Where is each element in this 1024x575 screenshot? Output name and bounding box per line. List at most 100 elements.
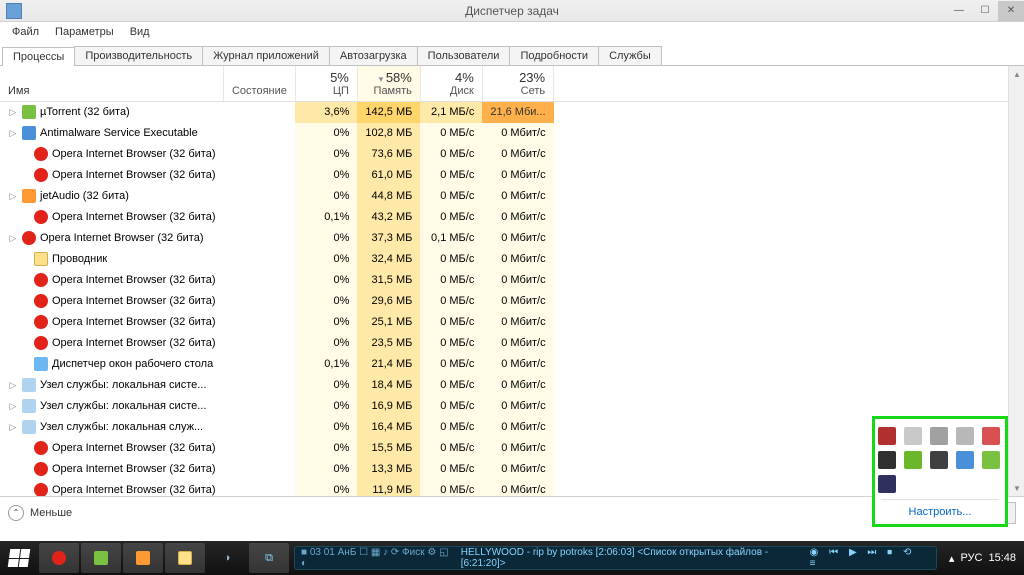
memory-value: 23,5 МБ: [357, 333, 420, 354]
process-row[interactable]: Opera Internet Browser (32 бита)0%25,1 М…: [0, 312, 1008, 333]
col-disk[interactable]: 4%Диск: [420, 66, 482, 102]
disk-value: 0 МБ/с: [420, 438, 482, 459]
tabstrip: Процессы Производительность Журнал прило…: [0, 42, 1024, 66]
tray-icon[interactable]: [982, 427, 1000, 445]
tray-icon[interactable]: [878, 475, 896, 493]
memory-value: 15,5 МБ: [357, 438, 420, 459]
taskbar-item[interactable]: [81, 543, 121, 573]
process-row[interactable]: ▷Узел службы: локальная служ...0%16,4 МБ…: [0, 417, 1008, 438]
tray-icon[interactable]: [956, 427, 974, 445]
expand-icon[interactable]: ▷: [8, 233, 18, 244]
cpu-value: 0%: [295, 123, 357, 144]
scroll-down-icon[interactable]: ▼: [1009, 480, 1024, 496]
window-title: Диспетчер задач: [0, 4, 1024, 18]
disk-value: 0 МБ/с: [420, 207, 482, 228]
tab-startup[interactable]: Автозагрузка: [329, 46, 418, 65]
expand-icon[interactable]: ▷: [8, 401, 18, 412]
taskbar-item[interactable]: [39, 543, 79, 573]
expand-icon[interactable]: ▷: [8, 128, 18, 139]
tab-details[interactable]: Подробности: [509, 46, 599, 65]
memory-value: 73,6 МБ: [357, 144, 420, 165]
expand-icon[interactable]: ▷: [8, 380, 18, 391]
taskbar-item[interactable]: ◑: [207, 543, 247, 573]
col-name[interactable]: Имя: [0, 66, 223, 102]
memory-value: 142,5 МБ: [357, 102, 420, 123]
tab-apphistory[interactable]: Журнал приложений: [202, 46, 330, 65]
menu-options[interactable]: Параметры: [47, 24, 122, 40]
cpu-value: 0%: [295, 165, 357, 186]
process-row[interactable]: ▷Antimalware Service Executable0%102,8 М…: [0, 123, 1008, 144]
start-button[interactable]: [0, 541, 38, 575]
process-row[interactable]: Проводник0%32,4 МБ0 МБ/с0 Мбит/с: [0, 249, 1008, 270]
tray-icon[interactable]: [982, 451, 1000, 469]
shield-icon: [22, 126, 36, 140]
process-row[interactable]: ▷Узел службы: локальная систе...0%16,9 М…: [0, 396, 1008, 417]
opera-icon: [34, 168, 48, 182]
tray-icon[interactable]: [878, 451, 896, 469]
disk-value: 0 МБ/с: [420, 459, 482, 480]
jet-icon: [22, 189, 36, 203]
network-value: 0 Мбит/с: [482, 396, 553, 417]
opera-icon: [22, 231, 36, 245]
process-row[interactable]: Opera Internet Browser (32 бита)0%29,6 М…: [0, 291, 1008, 312]
cpu-value: 0%: [295, 144, 357, 165]
process-row[interactable]: Opera Internet Browser (32 бита)0%23,5 М…: [0, 333, 1008, 354]
menu-file[interactable]: Файл: [4, 24, 47, 40]
network-value: 0 Мбит/с: [482, 333, 553, 354]
network-value: 0 Мбит/с: [482, 459, 553, 480]
process-row[interactable]: ▷Opera Internet Browser (32 бита)0%37,3 …: [0, 228, 1008, 249]
tab-performance[interactable]: Производительность: [74, 46, 203, 65]
scroll-up-icon[interactable]: ▲: [1009, 66, 1024, 82]
tray-icon[interactable]: [904, 427, 922, 445]
media-player-bar[interactable]: ■ 03 01 АнБ ☐ ▦ ♪ ⟳ Фиск ⚙ ◱ ◐ HELLYWOOD…: [294, 546, 937, 570]
scrollbar[interactable]: ▲ ▼: [1008, 66, 1024, 496]
tray-icon[interactable]: [878, 427, 896, 445]
process-row[interactable]: ▷Узел службы: локальная систе...0%18,4 М…: [0, 375, 1008, 396]
process-row[interactable]: Opera Internet Browser (32 бита)0,1%43,2…: [0, 207, 1008, 228]
folder-icon: [34, 252, 48, 266]
fewer-details-button[interactable]: ⌃ Меньше: [8, 505, 72, 521]
process-name: Opera Internet Browser (32 бита): [52, 484, 215, 496]
clock[interactable]: 15:48: [988, 552, 1016, 564]
process-name: Opera Internet Browser (32 бита): [52, 169, 215, 181]
col-state[interactable]: Состояние: [223, 66, 295, 102]
process-row[interactable]: Opera Internet Browser (32 бита)0%73,6 М…: [0, 144, 1008, 165]
tray-configure-link[interactable]: Настроить...: [881, 499, 999, 520]
col-cpu[interactable]: 5%ЦП: [295, 66, 357, 102]
disk-value: 0 МБ/с: [420, 375, 482, 396]
taskbar-item[interactable]: ⧉: [249, 543, 289, 573]
expand-icon[interactable]: ▷: [8, 107, 18, 118]
tray-chevron-icon[interactable]: ▴: [949, 552, 955, 565]
tray-icon[interactable]: [956, 451, 974, 469]
col-network[interactable]: 23%Сеть: [482, 66, 553, 102]
process-row[interactable]: Opera Internet Browser (32 бита)0%11,9 М…: [0, 480, 1008, 497]
taskbar-item[interactable]: [123, 543, 163, 573]
tray-icon[interactable]: [930, 451, 948, 469]
tab-services[interactable]: Службы: [598, 46, 662, 65]
taskbar-item[interactable]: [165, 543, 205, 573]
opera-icon: [34, 315, 48, 329]
process-row[interactable]: Opera Internet Browser (32 бита)0%13,3 М…: [0, 459, 1008, 480]
cpu-value: 0,1%: [295, 354, 357, 375]
network-value: 0 Мбит/с: [482, 354, 553, 375]
svc-icon: [22, 378, 36, 392]
disk-value: 0 МБ/с: [420, 312, 482, 333]
expand-icon[interactable]: ▷: [8, 191, 18, 202]
col-memory[interactable]: 58%Память: [357, 66, 420, 102]
tab-users[interactable]: Пользователи: [417, 46, 511, 65]
process-row[interactable]: Диспетчер окон рабочего стола0,1%21,4 МБ…: [0, 354, 1008, 375]
process-row[interactable]: ▷jetAudio (32 бита)0%44,8 МБ0 МБ/с0 Мбит…: [0, 186, 1008, 207]
process-name: jetAudio (32 бита): [40, 190, 129, 202]
process-row[interactable]: Opera Internet Browser (32 бита)0%15,5 М…: [0, 438, 1008, 459]
network-value: 0 Мбит/с: [482, 438, 553, 459]
expand-icon[interactable]: ▷: [8, 422, 18, 433]
tab-processes[interactable]: Процессы: [2, 47, 75, 66]
tray-icon[interactable]: [904, 451, 922, 469]
menu-view[interactable]: Вид: [122, 24, 158, 40]
process-row[interactable]: Opera Internet Browser (32 бита)0%61,0 М…: [0, 165, 1008, 186]
language-indicator[interactable]: РУС: [960, 552, 982, 564]
tray-icon[interactable]: [930, 427, 948, 445]
process-row[interactable]: ▷µTorrent (32 бита)3,6%142,5 МБ2,1 МБ/с2…: [0, 102, 1008, 123]
process-row[interactable]: Opera Internet Browser (32 бита)0%31,5 М…: [0, 270, 1008, 291]
opera-icon: [34, 483, 48, 496]
